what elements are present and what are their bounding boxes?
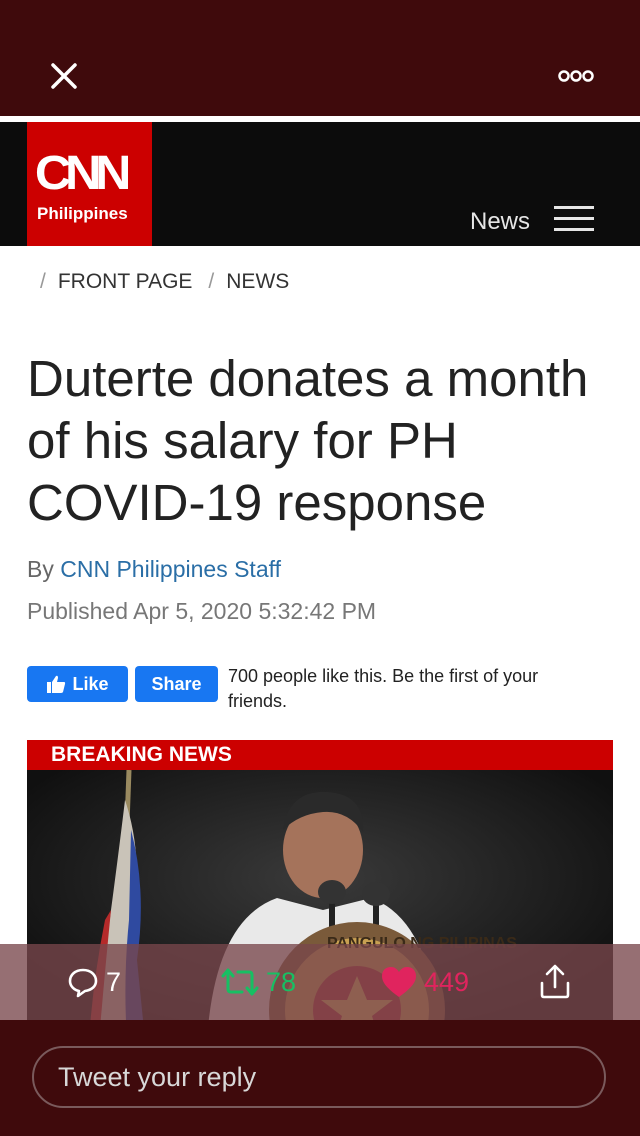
share-action[interactable] <box>536 962 574 1002</box>
published-date: Published Apr 5, 2020 5:32:42 PM <box>27 598 377 624</box>
reply-composer: Tweet your reply <box>0 1020 640 1136</box>
logo-wordmark: CNN <box>34 147 132 200</box>
breadcrumb: / FRONT PAGE / NEWS <box>40 270 290 293</box>
heart-icon <box>382 967 416 997</box>
logo-subtitle: Philippines <box>37 204 128 223</box>
breaking-news-banner: BREAKING NEWS <box>27 740 613 770</box>
site-header: CNN Philippines News <box>0 122 640 246</box>
author-link[interactable]: CNN Philippines Staff <box>60 556 281 582</box>
facebook-share-button[interactable]: Share <box>135 666 218 702</box>
close-icon <box>51 63 77 89</box>
byline: By CNN Philippines Staff <box>27 556 281 583</box>
like-count: 449 <box>424 966 470 997</box>
tweet-reply-input[interactable]: Tweet your reply <box>32 1046 606 1108</box>
share-icon <box>540 964 570 999</box>
section-nav-label[interactable]: News <box>470 208 530 236</box>
breadcrumb-front-page[interactable]: FRONT PAGE <box>58 270 193 293</box>
retweet-count: 78 <box>266 966 297 997</box>
facebook-like-label: Like <box>72 673 109 694</box>
retweet-action[interactable]: 78 <box>220 962 296 1002</box>
thumbs-up-icon <box>47 675 66 693</box>
breadcrumb-news[interactable]: NEWS <box>226 270 289 293</box>
tweet-action-bar: 7 78 449 <box>0 944 640 1020</box>
reply-icon <box>68 968 98 998</box>
like-action[interactable]: 449 <box>380 962 469 1002</box>
retweet-icon <box>221 968 259 996</box>
article-headline: Duterte donates a month of his salary fo… <box>27 350 589 531</box>
facebook-like-button[interactable]: Like <box>27 666 128 702</box>
more-icon <box>558 70 594 82</box>
byline-prefix: By <box>27 556 54 582</box>
more-options-button[interactable] <box>552 62 600 90</box>
facebook-share-label: Share <box>151 673 202 694</box>
browser-topbar <box>0 0 640 116</box>
reply-action[interactable]: 7 <box>66 962 121 1002</box>
cnn-logo[interactable]: CNN Philippines <box>27 122 152 246</box>
reply-count: 7 <box>106 966 122 997</box>
article-webview[interactable]: CNN Philippines News / FRONT PAGE / NEWS Du… <box>0 122 640 1020</box>
facebook-social-text: 700 people like this. Be the first of yo… <box>228 666 539 711</box>
close-button[interactable] <box>44 56 84 96</box>
hamburger-menu-icon[interactable] <box>554 206 594 234</box>
